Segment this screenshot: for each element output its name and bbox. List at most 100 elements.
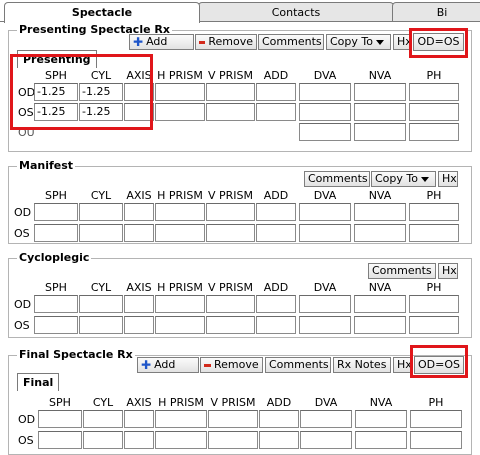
presenting-od-h-prism[interactable] [155,83,205,101]
presenting-os-dva[interactable] [299,103,351,121]
presenting-os-ph[interactable] [409,103,459,121]
hx-button[interactable]: Hx [438,171,458,187]
final-od-dva[interactable] [300,410,352,428]
row-label-od: OD [18,86,36,99]
presenting-os-cyl[interactable]: -1.25 [79,103,123,121]
comments-button[interactable]: Comments [304,171,370,187]
copy-to-button[interactable]: Copy To [371,171,436,187]
presenting-od-nva[interactable] [354,83,406,101]
cycloplegic-os-add[interactable] [256,316,296,334]
cycloplegic-od-ph[interactable] [409,295,459,313]
manifest-od-h-prism[interactable] [155,203,205,221]
add-button[interactable]: ✚ Add [137,357,199,373]
od-equals-os-button[interactable]: OD=OS [414,356,464,374]
final-od-sph[interactable] [38,410,82,428]
presenting-ou-nva[interactable] [354,123,406,141]
manifest-os-h-prism[interactable] [155,224,205,242]
presenting-ou-dva[interactable] [299,123,351,141]
presenting-os-add[interactable] [256,103,296,121]
final-os-dva[interactable] [300,431,352,449]
manifest-os-dva[interactable] [299,224,351,242]
cycloplegic-od-dva[interactable] [299,295,351,313]
tab-final[interactable]: Final [17,373,60,391]
presenting-od-sph[interactable]: -1.25 [34,83,78,101]
final-os-cyl[interactable] [83,431,123,449]
final-od-nva[interactable] [355,410,407,428]
manifest-os-cyl[interactable] [79,224,123,242]
final-os-axis[interactable] [124,431,154,449]
final-od-v-prism[interactable] [208,410,258,428]
comments-button[interactable]: Comments [258,34,324,50]
manifest-os-axis[interactable] [124,224,154,242]
presenting-ou-ph[interactable] [409,123,459,141]
hx-button[interactable]: Hx [393,357,412,373]
cycloplegic-os-dva[interactable] [299,316,351,334]
cycloplegic-os-nva[interactable] [354,316,406,334]
cycloplegic-od-axis[interactable] [124,295,154,313]
cycloplegic-os-cyl[interactable] [79,316,123,334]
final-os-nva[interactable] [355,431,407,449]
manifest-od-ph[interactable] [409,203,459,221]
presenting-od-cyl[interactable]: -1.25 [79,83,123,101]
cycloplegic-od-h-prism[interactable] [155,295,205,313]
manifest-od-add[interactable] [256,203,296,221]
tab-presenting[interactable]: Presenting [17,50,97,68]
cycloplegic-od-sph[interactable] [34,295,78,313]
presenting-os-axis[interactable] [124,103,154,121]
cycloplegic-od-nva[interactable] [354,295,406,313]
cycloplegic-os-axis[interactable] [124,316,154,334]
manifest-os-nva[interactable] [354,224,406,242]
manifest-os-add[interactable] [256,224,296,242]
presenting-od-add[interactable] [256,83,296,101]
tab-bi[interactable]: Bi [392,2,480,22]
copy-to-button[interactable]: Copy To [326,34,391,50]
presenting-od-v-prism[interactable] [206,83,255,101]
manifest-od-sph[interactable] [34,203,78,221]
comments-button[interactable]: Comments [368,263,436,279]
final-os-ph[interactable] [410,431,462,449]
presenting-os-v-prism[interactable] [206,103,255,121]
od-equals-os-button[interactable]: OD=OS [413,33,464,51]
cycloplegic-od-cyl[interactable] [79,295,123,313]
manifest-od-cyl[interactable] [79,203,123,221]
manifest-os-sph[interactable] [34,224,78,242]
remove-button[interactable]: Remove [200,357,263,373]
tab-contacts[interactable]: Contacts [198,2,394,22]
manifest-os-ph[interactable] [409,224,459,242]
final-od-cyl[interactable] [83,410,123,428]
hx-button[interactable]: Hx [393,34,412,50]
hx-button[interactable]: Hx [438,263,458,279]
presenting-od-axis[interactable] [124,83,154,101]
presenting-os-sph[interactable]: -1.25 [34,103,78,121]
presenting-os-nva[interactable] [354,103,406,121]
cycloplegic-od-add[interactable] [256,295,296,313]
cycloplegic-os-v-prism[interactable] [206,316,255,334]
presenting-os-h-prism[interactable] [155,103,205,121]
cycloplegic-od-v-prism[interactable] [206,295,255,313]
add-button[interactable]: ✚ Add [129,34,194,50]
cycloplegic-os-sph[interactable] [34,316,78,334]
final-os-sph[interactable] [38,431,82,449]
manifest-od-nva[interactable] [354,203,406,221]
final-od-ph[interactable] [410,410,462,428]
final-od-add[interactable] [259,410,299,428]
remove-button[interactable]: Remove [195,34,257,50]
final-os-v-prism[interactable] [208,431,258,449]
final-os-h-prism[interactable] [155,431,207,449]
presenting-od-ph[interactable] [409,83,459,101]
col-header-dva: DVA [313,281,337,294]
final-os-add[interactable] [259,431,299,449]
manifest-od-v-prism[interactable] [206,203,255,221]
presenting-od-dva[interactable] [299,83,351,101]
manifest-od-axis[interactable] [124,203,154,221]
cycloplegic-os-h-prism[interactable] [155,316,205,334]
final-od-axis[interactable] [124,410,154,428]
cycloplegic-os-ph[interactable] [409,316,459,334]
final-od-h-prism[interactable] [155,410,207,428]
tab-spectacle[interactable]: Spectacle [4,2,200,23]
manifest-os-v-prism[interactable] [206,224,255,242]
comments-button[interactable]: Comments [265,357,331,373]
rx-notes-button[interactable]: Rx Notes [333,357,391,373]
manifest-od-dva[interactable] [299,203,351,221]
col-header-cyl: CYL [92,396,114,409]
